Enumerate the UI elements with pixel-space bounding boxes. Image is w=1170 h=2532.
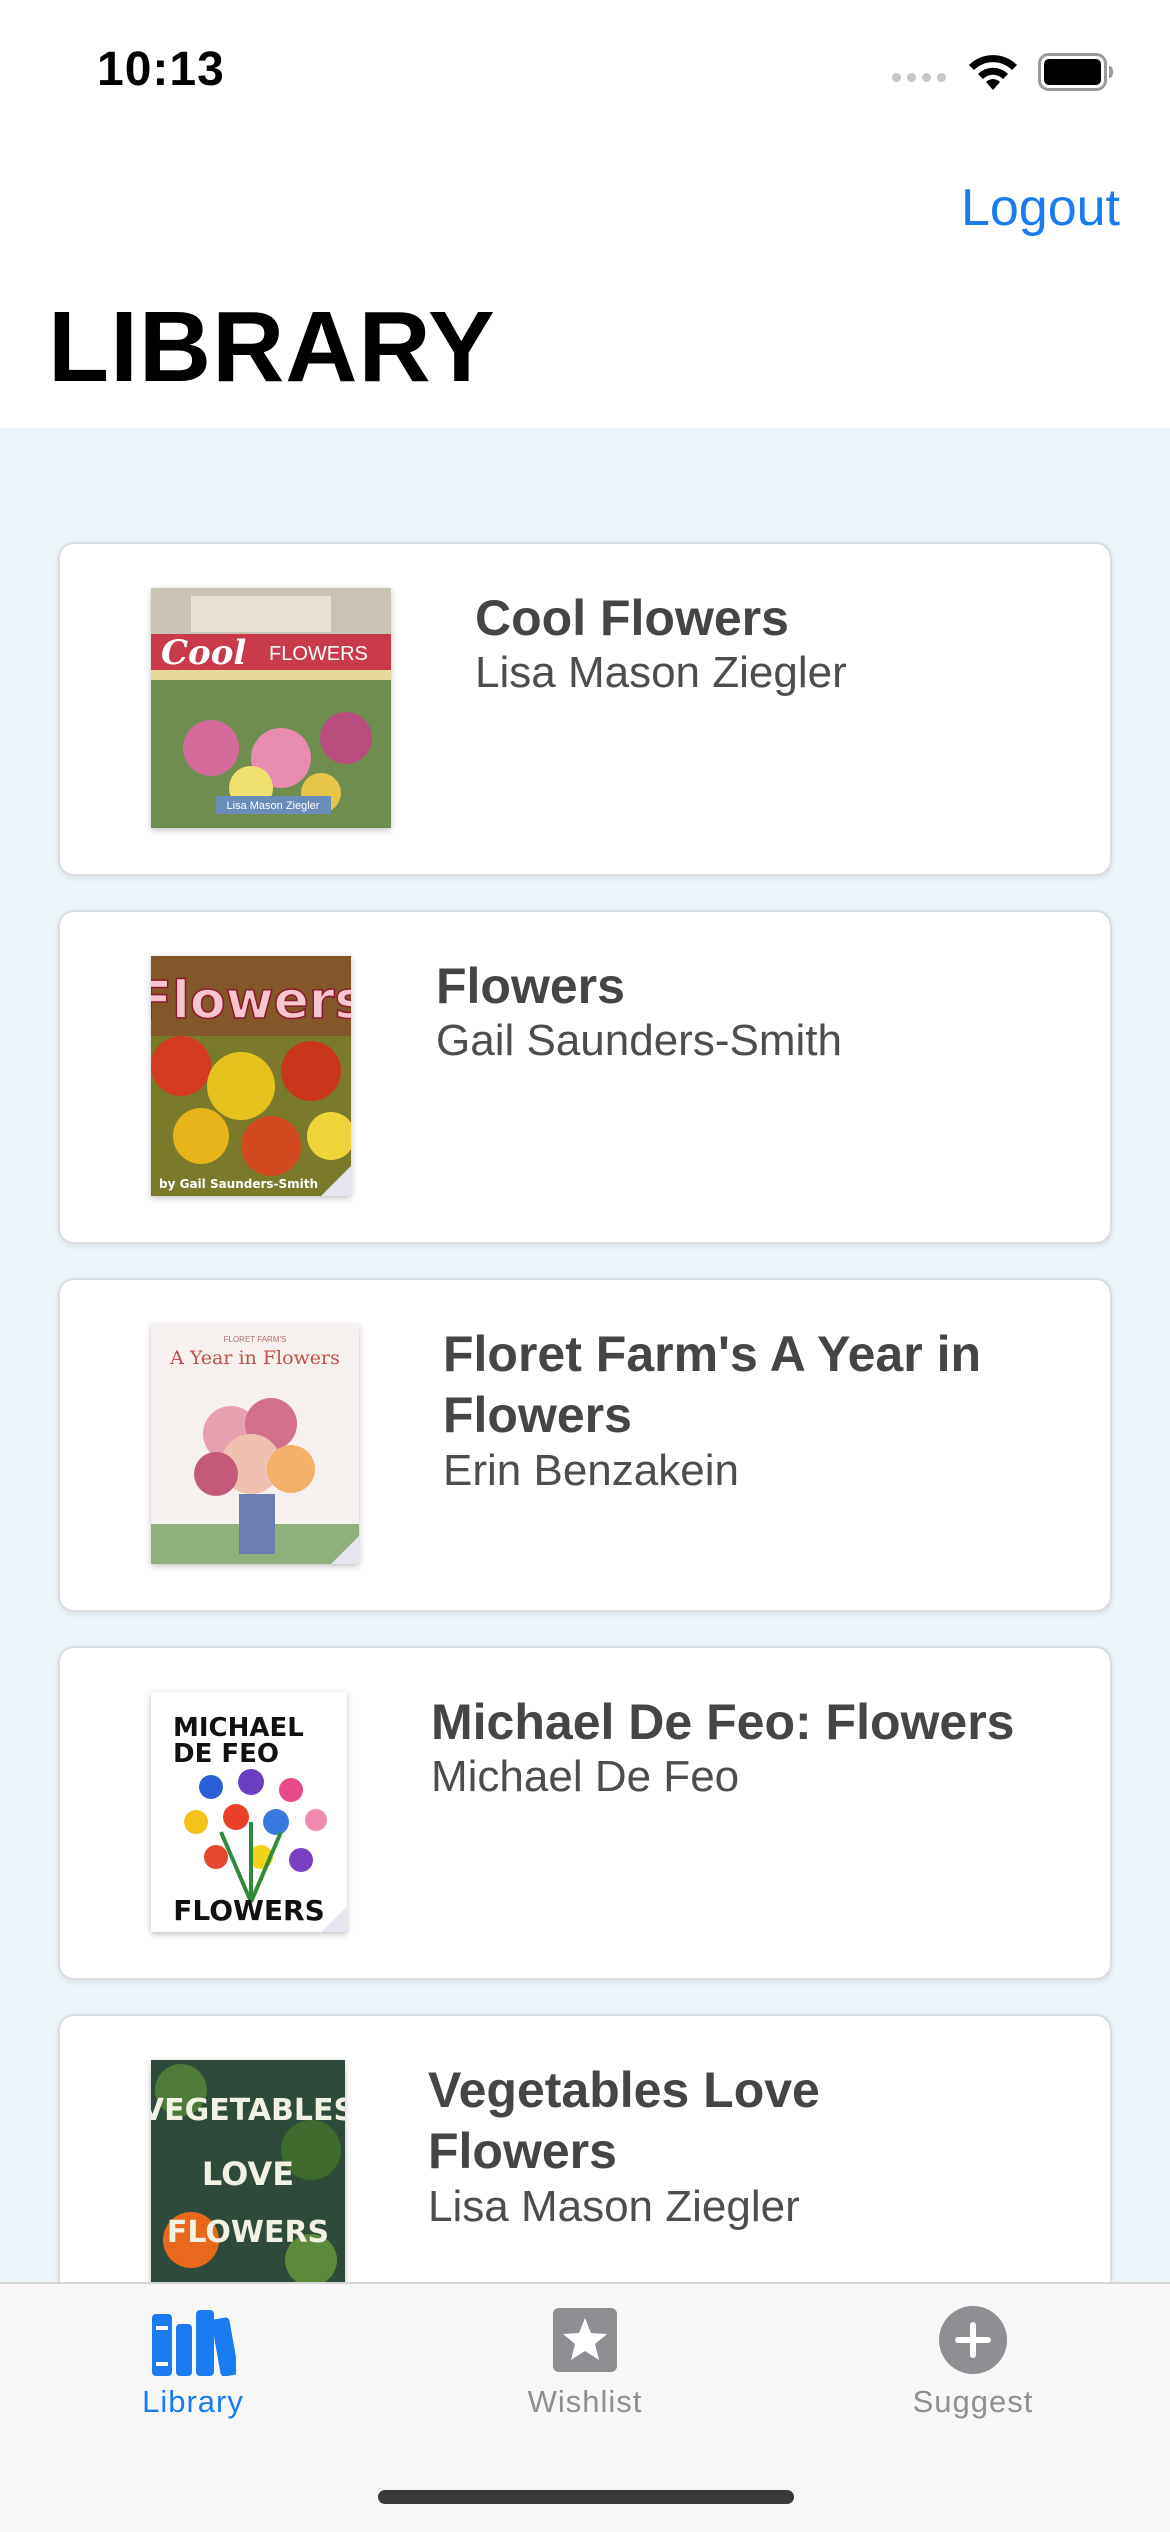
cover-title-text: Flowers — [151, 971, 351, 1031]
book-author: Erin Benzakein — [443, 1446, 739, 1495]
tab-label: Wishlist — [527, 2384, 643, 2419]
tab-wishlist[interactable]: Wishlist — [465, 2304, 705, 2420]
tab-label: Library — [142, 2384, 244, 2419]
book-cover: FLORET FARM'S A Year in Flowers — [151, 1324, 359, 1564]
cover-line3-text: FLOWERS — [167, 2215, 329, 2250]
status-bar: 10:13 — [0, 0, 1170, 140]
book-card[interactable]: Flowers by Gail Saunders-Smith Flowers G… — [58, 910, 1112, 1244]
tab-suggest[interactable]: Suggest — [853, 2304, 1093, 2420]
plus-icon — [939, 2306, 1007, 2374]
cover-bottom-text: FLOWERS — [173, 1894, 325, 1927]
star-icon — [553, 2308, 617, 2372]
cover-subtitle-text: FLOWERS — [269, 643, 368, 665]
home-indicator[interactable] — [378, 2490, 794, 2504]
cover-small-text: FLORET FARM'S — [224, 1335, 287, 1344]
book-card[interactable]: MICHAEL DE FEO FLOWERS Michael De Feo: F… — [58, 1646, 1112, 1980]
book-title: Flowers — [436, 958, 625, 1014]
cover-title-text: A Year in Flowers — [169, 1347, 340, 1369]
book-author: Gail Saunders-Smith — [436, 1016, 842, 1065]
status-time: 10:13 — [97, 43, 225, 96]
book-list[interactable]: Cool FLOWERS Lisa Mason Ziegler Cool Flo… — [0, 428, 1170, 2282]
cover-author-text: by Gail Saunders-Smith — [159, 1177, 318, 1191]
book-card[interactable]: Cool FLOWERS Lisa Mason Ziegler Cool Flo… — [58, 542, 1112, 876]
logout-button[interactable]: Logout — [961, 178, 1120, 238]
battery-icon — [1038, 53, 1113, 91]
page-title: LIBRARY — [48, 291, 496, 403]
book-card[interactable]: VEGETABLES LOVE FLOWERS Vegetables Love … — [58, 2014, 1112, 2282]
book-title: Floret Farm's A Year in Flowers — [443, 1326, 982, 1443]
book-title: Cool Flowers — [475, 590, 789, 646]
cover-title-text: Cool — [161, 633, 246, 673]
cellular-signal-icon — [892, 72, 946, 82]
library-icon — [152, 2310, 236, 2376]
book-cover: MICHAEL DE FEO FLOWERS — [151, 1692, 347, 1932]
tab-label: Suggest — [912, 2384, 1034, 2419]
tab-library[interactable]: Library — [73, 2304, 313, 2420]
book-author: Lisa Mason Ziegler — [428, 2182, 800, 2231]
cover-author-text: Lisa Mason Ziegler — [227, 800, 320, 812]
wifi-icon — [969, 55, 1017, 90]
status-icons — [892, 52, 1114, 92]
book-cover: VEGETABLES LOVE FLOWERS — [151, 2060, 345, 2282]
book-title: Vegetables Love Flowers — [428, 2062, 820, 2179]
book-cover: Flowers by Gail Saunders-Smith — [151, 956, 351, 1196]
cover-line2-text: LOVE — [202, 2155, 294, 2193]
book-author: Lisa Mason Ziegler — [475, 648, 847, 697]
book-card[interactable]: FLORET FARM'S A Year in Flowers Floret F… — [58, 1278, 1112, 1612]
book-title: Michael De Feo: Flowers — [431, 1694, 1015, 1750]
cover-line1-text: VEGETABLES — [151, 2093, 345, 2128]
book-cover: Cool FLOWERS Lisa Mason Ziegler — [151, 588, 391, 828]
cover-top2-text: DE FEO — [173, 1739, 279, 1769]
book-author: Michael De Feo — [431, 1752, 740, 1801]
